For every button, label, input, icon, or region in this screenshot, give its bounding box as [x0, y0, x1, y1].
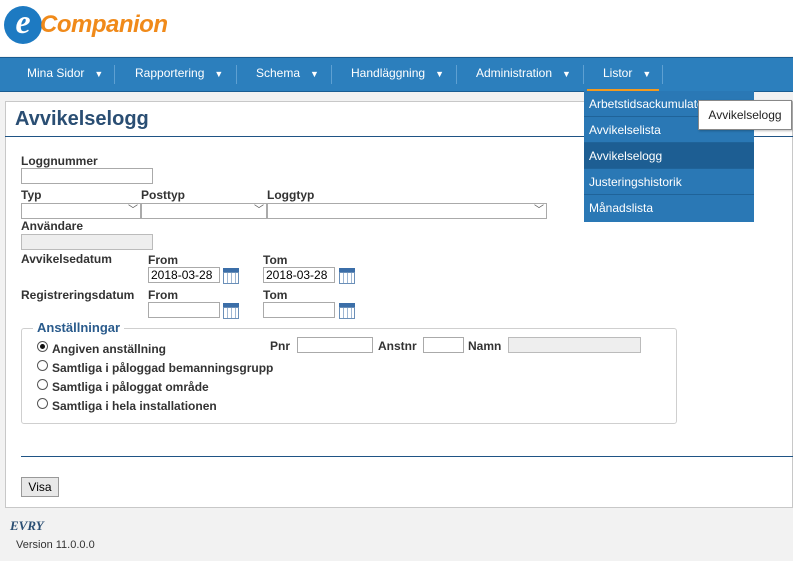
- caret-down-icon: ▼: [642, 69, 652, 79]
- bottom-divider: [21, 456, 793, 457]
- radio-label: Samtliga i påloggat område: [52, 380, 209, 394]
- avvikelse-from-input[interactable]: 2018-03-28: [148, 267, 220, 283]
- namn-label: Namn: [468, 339, 502, 353]
- caret-down-icon: ▼: [435, 69, 444, 79]
- nav-separator: [662, 65, 663, 84]
- radio-bemanningsgrupp[interactable]: [37, 360, 48, 371]
- reg-tom-label: Tom: [263, 288, 288, 302]
- nav-label: Handläggning: [351, 66, 426, 80]
- visa-button[interactable]: Visa: [21, 477, 59, 497]
- nav-label: Rapportering: [135, 66, 205, 80]
- header: e Companion: [0, 0, 793, 56]
- pnr-input[interactable]: [297, 337, 373, 353]
- tooltip: Avvikelselogg: [698, 100, 792, 130]
- version-text: Version 11.0.0.0: [16, 539, 95, 551]
- nav-separator: [583, 65, 584, 84]
- anstnr-input[interactable]: [423, 337, 464, 353]
- menu-item-justeringshistorik[interactable]: Justeringshistorik: [584, 169, 754, 195]
- posttyp-label: Posttyp: [141, 188, 186, 202]
- nav-item-mina-sidor[interactable]: Mina Sidor ▼: [27, 58, 103, 91]
- calendar-icon[interactable]: [223, 268, 239, 284]
- anstnr-label: Anstnr: [378, 339, 417, 353]
- anstallningar-legend: Anställningar: [33, 320, 125, 335]
- avvikelse-tom-label: Tom: [263, 253, 288, 267]
- nav-label: Schema: [256, 66, 301, 80]
- menu-item-manadslista[interactable]: Månadslista: [584, 195, 754, 221]
- avvikelse-tom-input[interactable]: 2018-03-28: [263, 267, 335, 283]
- avvikelse-from-label: From: [148, 253, 178, 267]
- radio-omrade[interactable]: [37, 379, 48, 390]
- logo-text: Companion: [40, 11, 168, 38]
- nav-label: Listor: [603, 66, 633, 80]
- radio-label: Angiven anställning: [52, 342, 167, 356]
- main-navigation: Mina Sidor ▼ Rapportering ▼ Schema ▼ Handlä…: [0, 57, 793, 92]
- radio-label: Samtliga i hela installationen: [52, 399, 217, 413]
- pnr-label: Pnr: [270, 339, 291, 353]
- caret-down-icon: ▼: [310, 69, 319, 79]
- caret-down-icon: ▼: [562, 69, 571, 79]
- nav-separator: [456, 65, 457, 84]
- radio-angiven-anstallning[interactable]: [37, 341, 48, 352]
- anvandare-input: [21, 234, 153, 250]
- loggnummer-label: Loggnummer: [21, 154, 98, 168]
- page-title: Avvikelselogg: [15, 108, 149, 130]
- nav-separator: [331, 65, 332, 84]
- loggnummer-input[interactable]: [21, 168, 153, 184]
- nav-label: Mina Sidor: [27, 66, 85, 80]
- reg-from-label: From: [148, 288, 178, 302]
- ecompanion-logo[interactable]: e Companion: [4, 6, 168, 46]
- chevron-down-icon: ﹀: [534, 205, 544, 216]
- nav-separator: [236, 65, 237, 84]
- chevron-down-icon: ﹀: [254, 205, 264, 216]
- loggtyp-label: Loggtyp: [267, 188, 315, 202]
- nav-item-rapportering[interactable]: Rapportering ▼: [135, 58, 223, 91]
- radio-label: Samtliga i påloggad bemanningsgrupp: [52, 361, 274, 375]
- namn-input: [508, 337, 641, 353]
- nav-separator: [114, 65, 115, 84]
- posttyp-select[interactable]: ﹀: [141, 203, 267, 219]
- registreringsdatum-label: Registreringsdatum: [21, 288, 135, 302]
- typ-select[interactable]: ﹀: [21, 203, 141, 219]
- caret-down-icon: ▼: [214, 69, 224, 79]
- loggtyp-select[interactable]: ﹀: [267, 203, 547, 219]
- logo-letter: e: [4, 6, 42, 44]
- nav-item-administration[interactable]: Administration ▼: [476, 58, 571, 91]
- nav-item-handlaggning[interactable]: Handläggning ▼: [351, 58, 444, 91]
- menu-item-avvikelselogg[interactable]: Avvikelselogg: [584, 143, 754, 169]
- radio-hela-installationen[interactable]: [37, 398, 48, 409]
- calendar-icon[interactable]: [339, 303, 355, 319]
- nav-item-schema[interactable]: Schema ▼: [256, 58, 319, 91]
- reg-tom-input[interactable]: [263, 302, 335, 318]
- nav-label: Administration: [476, 66, 553, 80]
- calendar-icon[interactable]: [339, 268, 355, 284]
- anvandare-label: Användare: [21, 219, 84, 233]
- reg-from-input[interactable]: [148, 302, 220, 318]
- typ-label: Typ: [21, 188, 42, 202]
- avvikelsedatum-label: Avvikelsedatum: [21, 252, 112, 266]
- calendar-icon[interactable]: [223, 303, 239, 319]
- chevron-down-icon: ﹀: [128, 205, 138, 216]
- caret-down-icon: ▼: [94, 69, 104, 79]
- nav-item-listor[interactable]: Listor ▼: [603, 58, 651, 91]
- evry-logo: EVRY: [10, 518, 44, 533]
